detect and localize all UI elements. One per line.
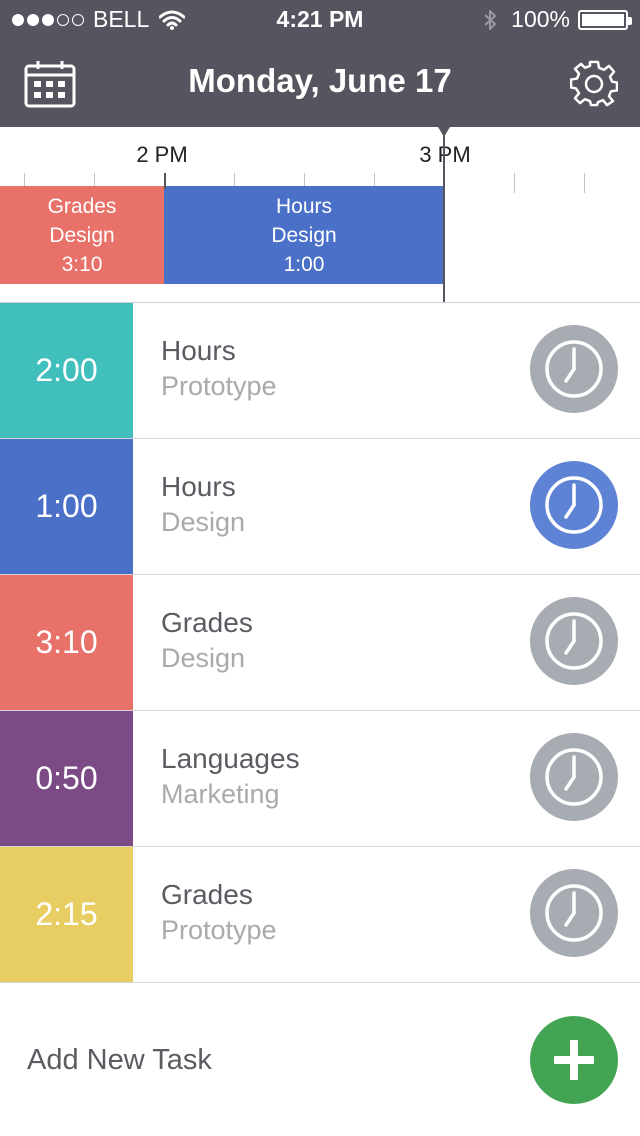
gear-icon [569,60,619,107]
start-timer-button[interactable] [530,325,618,413]
timeline-block-project: Hours [275,195,333,218]
timeline-tick [584,173,585,193]
timeline-tick [514,173,515,193]
task-row[interactable]: 3:10 Grades Design [0,575,640,711]
bluetooth-icon [484,9,497,30]
task-project: Hours [161,335,236,366]
settings-button[interactable] [569,60,619,108]
add-task-label: Add New Task [27,1044,212,1076]
task-project: Languages [161,743,300,774]
page-title: Monday, June 17 [188,62,452,99]
stop-timer-button[interactable] [530,461,618,549]
clock-icon [530,325,618,413]
task-type: Prototype [161,371,277,401]
battery-tip [628,16,632,25]
task-row[interactable]: 2:00 Hours Prototype [0,303,640,439]
start-timer-button[interactable] [530,597,618,685]
task-project: Hours [161,471,236,502]
nav-bar: Monday, June 17 [0,40,640,127]
battery-percentage: 100% [511,6,570,32]
task-duration: 3:10 [0,575,133,710]
timeline[interactable]: 2 PM 3 PM Grades Design 3:10 Hours Desig… [0,127,640,303]
start-timer-button[interactable] [530,869,618,957]
timeline-block-duration: 3:10 [61,253,103,276]
add-task-row[interactable]: Add New Task [0,983,640,1136]
plus-icon [530,1016,618,1104]
task-duration: 2:00 [0,303,133,438]
status-right: 100% [483,6,632,33]
task-type: Design [161,643,246,673]
timeline-block-type: Design [49,224,115,247]
timeline-block-hours-design[interactable]: Hours Design 1:00 [164,186,444,284]
start-timer-button[interactable] [530,733,618,821]
clock-icon [530,869,618,957]
task-list: 2:00 Hours Prototype 1:00 Hours Design 3… [0,303,640,983]
task-type: Design [161,507,246,537]
timeline-block-grades-design[interactable]: Grades Design 3:10 [0,186,164,284]
timeline-block-type: Design [271,224,337,247]
clock-icon [530,733,618,821]
clock-icon [530,597,618,685]
battery-icon [578,9,632,30]
timeline-block-project: Grades [47,195,117,218]
task-type: Marketing [161,779,280,809]
timeline-block-duration: 1:00 [283,253,325,276]
task-duration: 0:50 [0,711,133,846]
task-duration: 2:15 [0,847,133,982]
task-project: Grades [161,879,253,910]
add-task-button[interactable] [530,1016,618,1104]
timeline-label-3pm: 3 PM [419,142,471,167]
timeline-hour-marker [164,173,166,189]
current-time-line [443,127,445,302]
task-type: Prototype [161,915,277,945]
timeline-label-2pm: 2 PM [136,142,188,167]
clock-icon [530,461,618,549]
task-row[interactable]: 1:00 Hours Design [0,439,640,575]
task-row[interactable]: 0:50 Languages Marketing [0,711,640,847]
header: BELL 4:21 PM 100% Monday, June 17 [0,0,640,127]
task-project: Grades [161,607,253,638]
current-time-marker [438,127,450,137]
battery-fill [582,13,624,26]
task-duration: 1:00 [0,439,133,574]
status-bar: BELL 4:21 PM 100% [0,0,640,40]
task-row[interactable]: 2:15 Grades Prototype [0,847,640,983]
